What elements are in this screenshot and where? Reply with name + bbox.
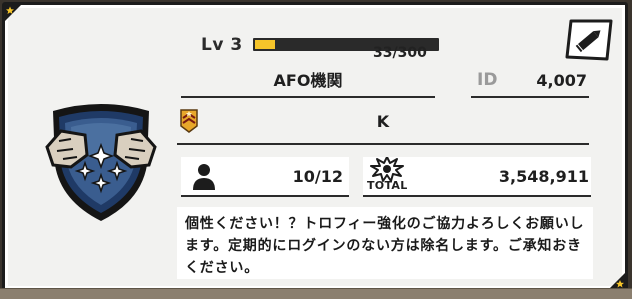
total-label: TOTAL <box>367 179 408 192</box>
id-label: ID <box>477 70 498 90</box>
total-trophies-box: TOTAL 3,548,911 <box>363 156 591 197</box>
edit-button[interactable] <box>565 19 613 61</box>
clan-description-box: 個性ください！？トロフィー強化のご協力よろしくお願いします。定期的にログインのな… <box>177 207 593 279</box>
member-icon <box>191 162 217 190</box>
floor-strip <box>0 288 632 299</box>
xp-progress-fill <box>255 40 275 49</box>
xp-text: 33/300 <box>373 45 427 61</box>
clan-profile-card: Lv 3 33/300 AFO機関 ID 4,007 K 10/12 TOTAL… <box>2 2 628 292</box>
corner-star-icon <box>609 273 625 289</box>
rank-text: K <box>376 112 390 131</box>
members-box: 10/12 <box>181 157 349 197</box>
clan-description: 個性ください！？トロフィー強化のご協力よろしくお願いします。定期的にログインのな… <box>185 216 585 276</box>
level-label: Lv 3 <box>201 35 243 55</box>
total-trophies-value: 3,548,911 <box>498 167 589 186</box>
rank-row: K <box>177 105 589 145</box>
id-value: 4,007 <box>536 71 587 90</box>
members-count: 10/12 <box>292 167 343 186</box>
corner-star-icon <box>5 5 21 21</box>
clan-name: AFO機関 <box>273 71 343 90</box>
clan-emblem <box>41 97 161 225</box>
edit-pencil-icon <box>565 19 613 61</box>
clan-name-field: AFO機関 <box>181 67 435 98</box>
clan-id-field: ID 4,007 <box>471 67 589 98</box>
